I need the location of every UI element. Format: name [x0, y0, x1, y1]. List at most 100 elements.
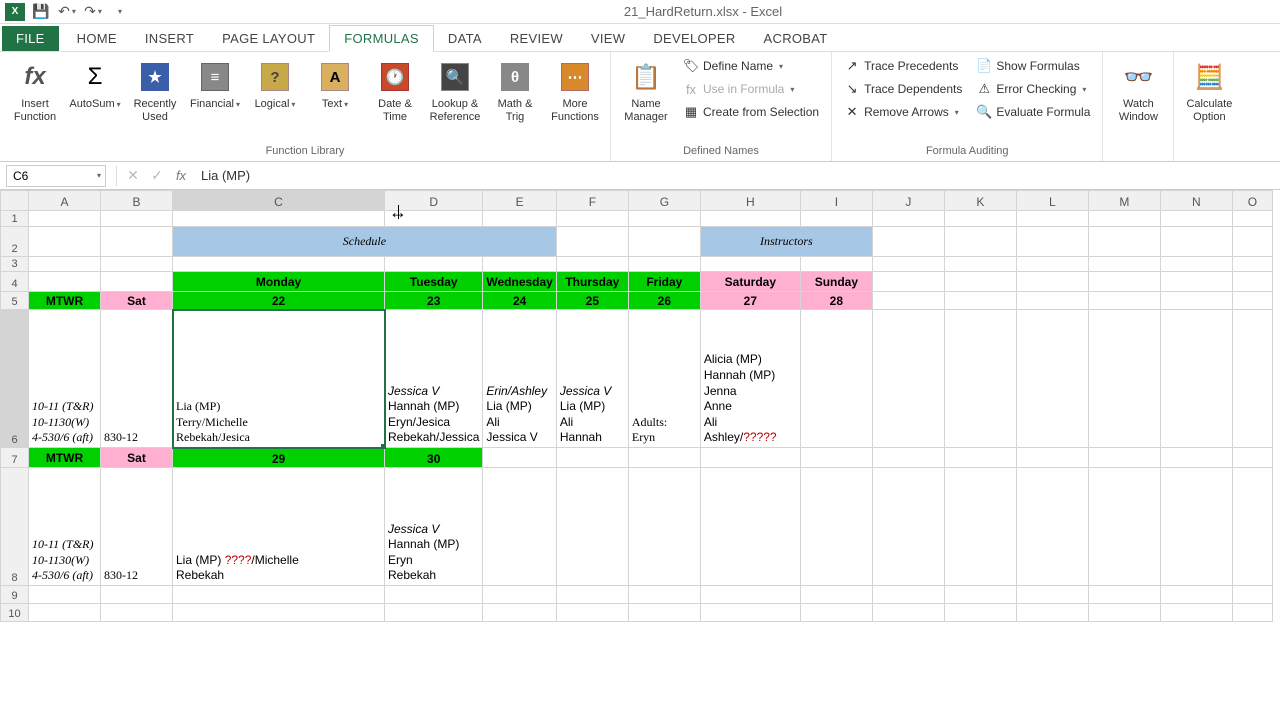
schedule-title[interactable]: Schedule — [173, 227, 557, 257]
column-header[interactable]: N — [1160, 191, 1232, 211]
show-formulas-button[interactable]: 📄Show Formulas — [972, 56, 1094, 76]
name-manager-button[interactable]: 📋 Name Manager — [619, 56, 673, 125]
cell[interactable]: Lia (MP) ????/Michelle Rebekah — [173, 468, 385, 586]
cell[interactable]: Jessica VHannah (MP) Eryn Rebekah — [385, 468, 483, 586]
column-header[interactable]: F — [556, 191, 628, 211]
cell[interactable]: 23 — [385, 292, 483, 310]
autosum-button[interactable]: Σ AutoSum▾ — [68, 56, 122, 113]
row-header[interactable]: 10 — [1, 604, 29, 622]
column-header[interactable]: I — [800, 191, 872, 211]
cell[interactable]: Sunday — [800, 272, 872, 292]
cell[interactable]: 830-12 — [101, 310, 173, 448]
save-icon[interactable]: 💾 — [30, 2, 52, 22]
cell[interactable]: 30 — [385, 448, 483, 468]
column-header[interactable]: L — [1016, 191, 1088, 211]
calculate-options-button[interactable]: 🧮 Calculate Option — [1182, 56, 1236, 125]
name-box-dropdown-icon[interactable]: ▾ — [97, 171, 101, 180]
tab-developer[interactable]: DEVELOPER — [639, 26, 749, 51]
cell[interactable]: Erin/AshleyLia (MP) Ali Jessica V — [483, 310, 556, 448]
cell[interactable]: 10-11 (T&R) 10-1130(W) 4-530/6 (aft) — [29, 310, 101, 448]
qat-customize-icon[interactable]: ▾ — [108, 2, 130, 22]
insert-function-button[interactable]: fx Insert Function — [8, 56, 62, 125]
logical-button[interactable]: ? Logical▾ — [248, 56, 302, 113]
cell[interactable]: Wednesday — [483, 272, 556, 292]
row-header[interactable]: 5 — [1, 292, 29, 310]
tab-review[interactable]: REVIEW — [496, 26, 577, 51]
column-header[interactable]: H — [700, 191, 800, 211]
insert-function-fx-icon[interactable]: fx — [169, 165, 193, 187]
column-header[interactable]: C — [173, 191, 385, 211]
cell[interactable]: Friday — [628, 272, 700, 292]
tab-acrobat[interactable]: ACROBAT — [750, 26, 842, 51]
row-header[interactable]: 6 — [1, 310, 29, 448]
column-header[interactable]: K — [944, 191, 1016, 211]
cell[interactable]: Adults: Eryn — [628, 310, 700, 448]
cell[interactable]: 24 — [483, 292, 556, 310]
tab-home[interactable]: HOME — [63, 26, 131, 51]
more-functions-button[interactable]: ⋯ More Functions — [548, 56, 602, 125]
remove-arrows-button[interactable]: ✕Remove Arrows▾ — [840, 102, 966, 122]
trace-precedents-button[interactable]: ↗Trace Precedents — [840, 56, 966, 76]
tab-file[interactable]: FILE — [2, 26, 59, 51]
cell[interactable]: Alicia (MP) Hannah (MP) Jenna Anne Ali A… — [700, 310, 800, 448]
tab-formulas[interactable]: FORMULAS — [329, 25, 434, 52]
redo-icon[interactable]: ↷▾ — [82, 2, 104, 22]
column-header[interactable]: B — [101, 191, 173, 211]
row-header[interactable]: 9 — [1, 586, 29, 604]
tab-page-layout[interactable]: PAGE LAYOUT — [208, 26, 329, 51]
tab-insert[interactable]: INSERT — [131, 26, 208, 51]
cell[interactable]: MTWR — [29, 448, 101, 468]
column-header[interactable]: J — [872, 191, 944, 211]
cell[interactable]: Jessica VLia (MP) Ali Hannah — [556, 310, 628, 448]
column-header[interactable]: M — [1088, 191, 1160, 211]
cell[interactable]: MTWR — [29, 292, 101, 310]
lookup-reference-button[interactable]: 🔍 Lookup & Reference — [428, 56, 482, 125]
column-header[interactable]: G — [628, 191, 700, 211]
math-trig-button[interactable]: θ Math & Trig — [488, 56, 542, 125]
cell[interactable]: 22 — [173, 292, 385, 310]
recently-used-button[interactable]: ★ Recently Used — [128, 56, 182, 125]
cell[interactable]: Tuesday — [385, 272, 483, 292]
cell[interactable]: 26 — [628, 292, 700, 310]
row-header[interactable]: 1 — [1, 211, 29, 227]
trace-dependents-button[interactable]: ↘Trace Dependents — [840, 79, 966, 99]
tab-data[interactable]: DATA — [434, 26, 496, 51]
cell[interactable]: Saturday — [700, 272, 800, 292]
selected-cell[interactable]: Lia (MP) Terry/Michelle Rebekah/Jesica — [173, 310, 385, 448]
watch-window-button[interactable]: 👓 Watch Window — [1111, 56, 1165, 125]
column-header[interactable]: E — [483, 191, 556, 211]
evaluate-formula-button[interactable]: 🔍Evaluate Formula — [972, 102, 1094, 122]
cell[interactable]: Monday — [173, 272, 385, 292]
row-header[interactable]: 2 — [1, 227, 29, 257]
cell[interactable]: 10-11 (T&R) 10-1130(W) 4-530/6 (aft) — [29, 468, 101, 586]
row-header[interactable]: 4 — [1, 272, 29, 292]
row-header[interactable]: 7 — [1, 448, 29, 468]
cell[interactable]: Sat — [101, 448, 173, 468]
cell[interactable]: 830-12 — [101, 468, 173, 586]
define-name-button[interactable]: 🏷Define Name▾ — [679, 56, 823, 76]
column-header[interactable]: O — [1232, 191, 1272, 211]
row-header[interactable]: 8 — [1, 468, 29, 586]
cell[interactable]: Thursday — [556, 272, 628, 292]
column-header[interactable]: A — [29, 191, 101, 211]
undo-icon[interactable]: ↶▾ — [56, 2, 78, 22]
cell[interactable]: 25 — [556, 292, 628, 310]
formula-input[interactable]: Lia (MP) — [193, 168, 1280, 183]
cell[interactable]: 29 — [173, 448, 385, 468]
precedents-icon: ↗ — [844, 58, 860, 74]
instructors-title[interactable]: Instructors — [700, 227, 872, 257]
select-all-corner[interactable] — [1, 191, 29, 211]
text-button[interactable]: A Text▾ — [308, 56, 362, 113]
create-from-selection-button[interactable]: ▦Create from Selection — [679, 102, 823, 122]
error-checking-button[interactable]: ⚠Error Checking▾ — [972, 79, 1094, 99]
tab-view[interactable]: VIEW — [577, 26, 639, 51]
financial-button[interactable]: ≡ Financial▾ — [188, 56, 242, 113]
date-time-button[interactable]: 🕐 Date & Time — [368, 56, 422, 125]
spreadsheet-grid[interactable]: ABCDEFGHIJKLMNO 1 2 Schedule Instructors… — [0, 190, 1273, 622]
cell[interactable]: Jessica VHannah (MP) Eryn/Jesica Rebekah… — [385, 310, 483, 448]
name-box[interactable]: C6 ▾ — [6, 165, 106, 187]
row-header[interactable]: 3 — [1, 257, 29, 272]
cell[interactable]: 28 — [800, 292, 872, 310]
cell[interactable]: Sat — [101, 292, 173, 310]
cell[interactable]: 27 — [700, 292, 800, 310]
